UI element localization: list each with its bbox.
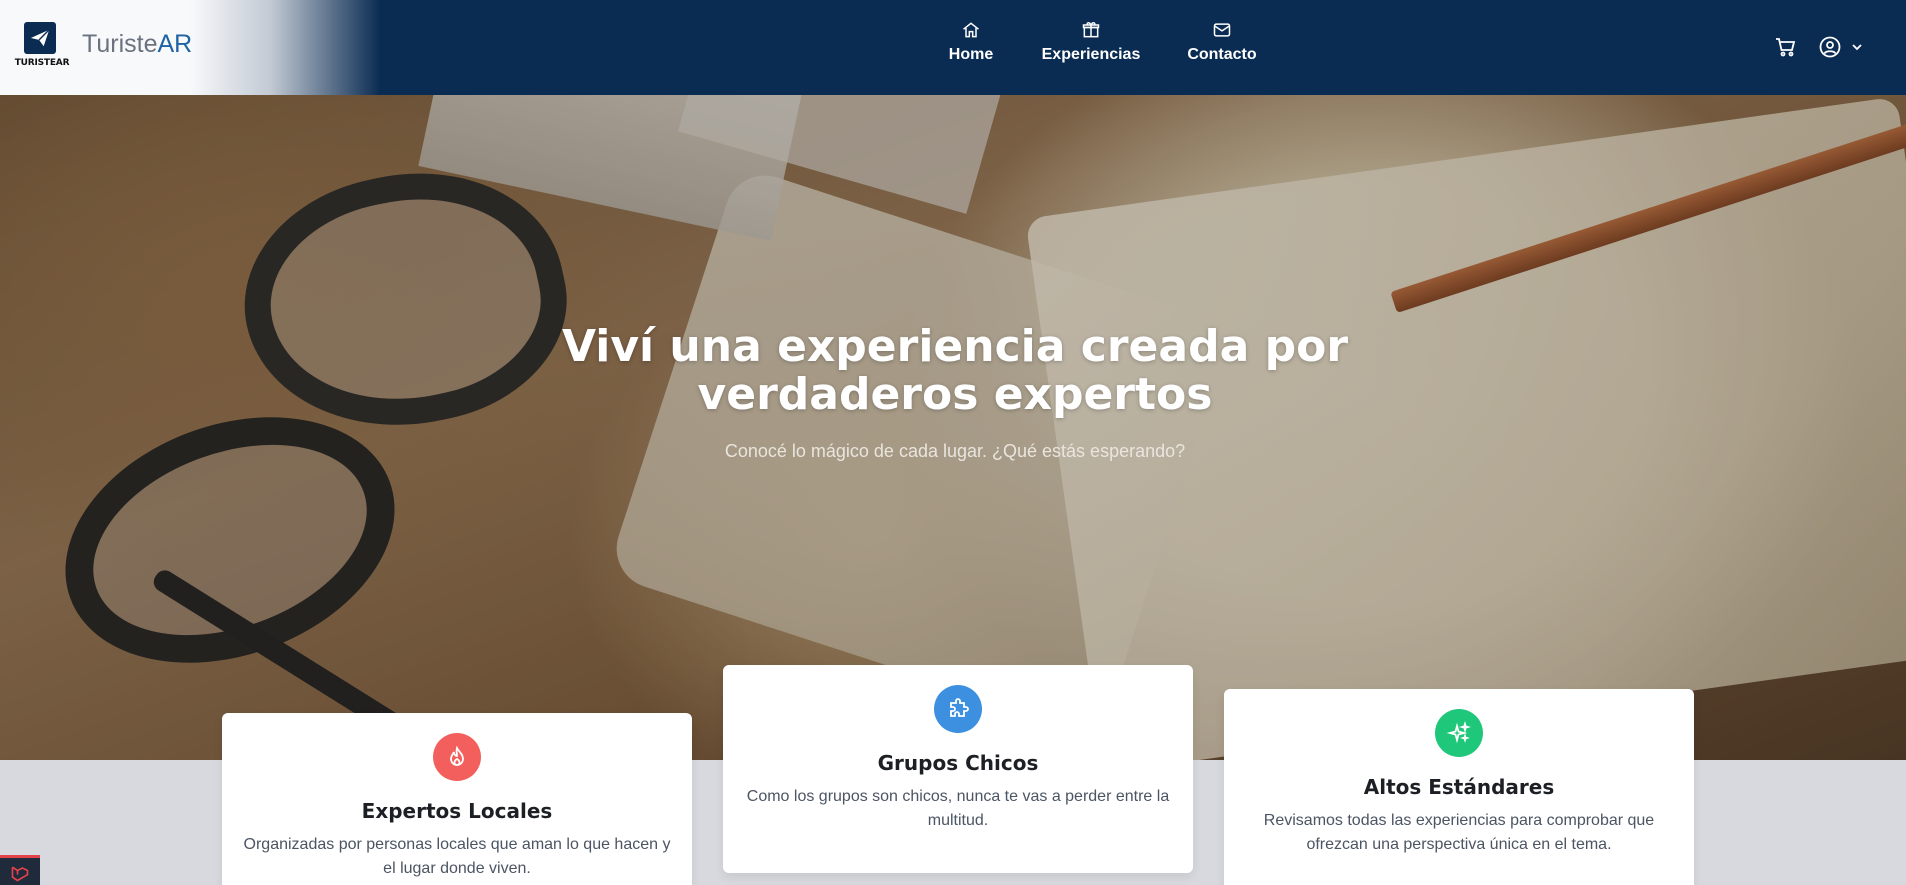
sparkles-icon xyxy=(1435,709,1483,757)
feature-title: Expertos Locales xyxy=(361,799,553,823)
feature-text: Organizadas por personas locales que ama… xyxy=(243,836,671,877)
laravel-icon xyxy=(11,866,29,882)
home-icon xyxy=(961,20,981,40)
nav-item-home[interactable]: Home xyxy=(946,20,996,64)
fire-icon xyxy=(433,733,481,781)
feature-card-expertos-locales: Expertos Locales Organizadas por persona… xyxy=(222,713,692,885)
feature-card-altos-estandares: Altos Estándares Revisamos todas las exp… xyxy=(1224,689,1694,885)
user-menu-button[interactable] xyxy=(1818,35,1870,59)
puzzle-icon xyxy=(934,685,982,733)
hero-overlay xyxy=(0,95,1906,760)
cart-icon[interactable] xyxy=(1774,35,1798,59)
brand-name[interactable]: TuristeAR xyxy=(82,30,192,59)
logo-text: TURISTEAR xyxy=(14,58,70,68)
feature-title: Grupos Chicos xyxy=(877,751,1039,775)
nav-label-home: Home xyxy=(948,46,994,63)
hero-title: Viví una experiencia creada por verdader… xyxy=(561,321,1349,420)
hero-subtitle: Conocé lo mágico de cada lugar. ¿Qué est… xyxy=(724,441,1186,461)
brand-logo[interactable]: TURISTEAR xyxy=(14,22,70,72)
brand-name-part1: Turiste xyxy=(82,30,158,58)
nav-label-contacto: Contacto xyxy=(1187,46,1257,63)
user-circle-icon xyxy=(1819,36,1862,58)
paper-plane-icon xyxy=(24,22,56,54)
feature-card-grupos-chicos: Grupos Chicos Como los grupos son chicos… xyxy=(723,665,1193,873)
gift-icon xyxy=(1081,20,1101,40)
mail-icon xyxy=(1212,20,1232,40)
feature-title: Altos Estándares xyxy=(1363,775,1555,799)
feature-text: Revisamos todas las experiencias para co… xyxy=(1263,812,1655,853)
nav-item-contacto[interactable]: Contacto xyxy=(1182,20,1262,64)
hero-banner: Viví una experiencia creada por verdader… xyxy=(0,95,1906,760)
feature-text: Como los grupos son chicos, nunca te vas… xyxy=(746,788,1170,829)
debug-badge[interactable] xyxy=(0,855,40,885)
brand-name-part2: AR xyxy=(157,30,193,58)
top-navbar: TURISTEAR TuristeAR Home Experiencias Co… xyxy=(0,0,1906,95)
nav-label-experiencias: Experiencias xyxy=(1041,46,1141,63)
nav-item-experiencias[interactable]: Experiencias xyxy=(1036,20,1146,64)
